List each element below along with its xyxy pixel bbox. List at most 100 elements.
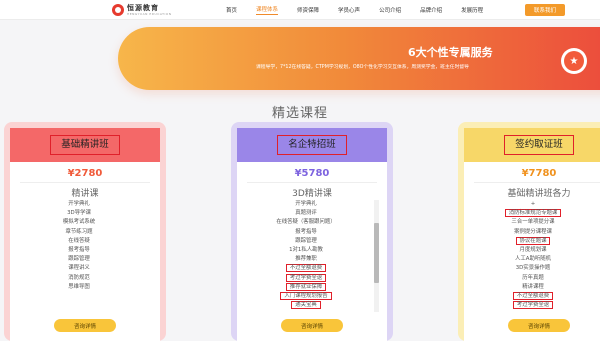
highlighted-feature: 考过学费全退 <box>285 273 327 282</box>
list-item: 在线答疑（客服跟问题） <box>245 218 367 227</box>
list-item: 开学典礼 <box>245 200 367 209</box>
scrollbar[interactable] <box>374 200 379 312</box>
course-type: 3D精讲课 <box>292 189 332 199</box>
course-type: 基础精讲班各力 <box>507 189 571 199</box>
highlighted-feature: 考过学费全退 <box>512 301 554 310</box>
list-item: 跟踪管理 <box>18 255 140 264</box>
feature-text: 开学典礼 <box>295 201 317 207</box>
consult-button[interactable]: 咨询详情 <box>54 319 116 332</box>
nav-link-testimonials[interactable]: 学员心声 <box>338 6 360 14</box>
course-card-basic: 基础精讲班 ¥2780 精讲课 开学典礼 3D导学课 模拟考试系统 章节练习题 在线答疑… <box>4 122 166 341</box>
feature-text: 推荐兼职 <box>295 256 317 263</box>
nav-link-company[interactable]: 公司介绍 <box>379 6 401 14</box>
list-item: 入门课程规划报告 <box>245 291 367 301</box>
section-title: 精选课程 <box>271 106 328 121</box>
nav-link-history[interactable]: 发展历程 <box>461 6 483 14</box>
list-item: 开学典礼 <box>18 200 140 209</box>
list-item: 三合一单项提分课 <box>472 218 594 227</box>
feature-list[interactable]: 开学典礼 3D导学课 模拟考试系统 章节练习题 在线答疑 报考指导 跟踪管理 课程讲义 消防规范… <box>18 200 152 312</box>
list-item: 课程讲义 <box>18 264 140 273</box>
nav-link-courses[interactable]: 课程体系 <box>256 5 279 15</box>
feature-text: + <box>530 201 536 207</box>
feature-text: 案例提分课程课 <box>514 228 552 235</box>
list-item: 考过学费全退 <box>472 301 594 310</box>
feature-text: 精讲课程 <box>522 283 544 290</box>
feature-text: 月度规划课 <box>519 246 547 253</box>
contact-us-button[interactable]: 联系我们 <box>525 4 565 16</box>
highlighted-feature: 入门课程规划报告 <box>280 291 332 300</box>
highlighted-feature: 推荐就业保障 <box>285 282 327 291</box>
list-item: 案例提分课程课 <box>472 228 594 237</box>
feature-text: 模拟考试系统 <box>62 219 96 226</box>
course-price: ¥5780 <box>294 168 330 179</box>
feature-text: 人工A助听随机 <box>514 256 552 263</box>
list-item: 报考指导 <box>18 246 140 255</box>
list-item: 协议在题课 <box>472 236 594 246</box>
divider <box>474 182 600 183</box>
list-item: 通关宝典 <box>245 301 367 310</box>
list-item: 在线答疑 <box>18 237 140 246</box>
feature-text: 消防规范 <box>68 274 90 281</box>
nav-link-home[interactable]: 首页 <box>226 6 237 14</box>
brand-name: 恒源教育 <box>127 3 159 12</box>
list-item: + <box>472 200 594 209</box>
consult-button[interactable]: 咨询详情 <box>508 319 570 332</box>
brand-logo[interactable]: 恒源教育 HENGYUAN EDUCATION <box>112 3 172 17</box>
page: 恒源教育 HENGYUAN EDUCATION 首页 课程体系 师资保障 学员心… <box>0 0 600 341</box>
course-price: ¥2780 <box>67 168 103 179</box>
list-item: 思维导图 <box>18 283 140 292</box>
card-header: 签约取证班 <box>464 128 600 162</box>
highlighted-feature: 不过全额退费 <box>285 264 327 273</box>
feature-list[interactable]: + 消防标准规范专题课 三合一单项提分课 案例提分课程课 协议在题课 月度规划课人工A助听… <box>472 200 600 312</box>
course-card-contract: 签约取证班 ¥7780 基础精讲班各力 + 消防标准规范专题课 三合一单项提分课 案例… <box>458 122 600 341</box>
nav-links: 首页 课程体系 师资保障 学员心声 公司介绍 品牌介绍 发展历程 <box>226 0 502 20</box>
list-item: 报考指导 <box>245 228 367 237</box>
course-name: 名企特招班 <box>277 135 347 155</box>
scrollbar-thumb[interactable] <box>374 223 379 283</box>
list-item: 历年真题 <box>472 274 594 283</box>
list-item: 不过全额退费 <box>472 291 594 301</box>
feature-text: 在线答疑（客服跟问题） <box>276 219 336 226</box>
feature-text: 报考指导 <box>295 228 317 235</box>
consult-button[interactable]: 咨询详情 <box>281 319 343 332</box>
list-item: 跟踪管理 <box>245 237 367 246</box>
course-name: 基础精讲班 <box>50 135 120 155</box>
highlighted-feature: 协议在题课 <box>515 236 551 245</box>
services-banner <box>118 27 600 90</box>
course-name: 签约取证班 <box>504 135 574 155</box>
list-item: 3D实景操作题 <box>472 264 594 273</box>
top-nav: 恒源教育 HENGYUAN EDUCATION 首页 课程体系 师资保障 学员心… <box>0 0 600 20</box>
feature-text: 跟踪管理 <box>68 256 90 263</box>
list-item: 精讲课程 <box>472 283 594 292</box>
course-card-premium: 名企特招班 ¥5780 3D精讲课 开学典礼真题测评在线答疑（客服跟问题） 报考指… <box>231 122 393 341</box>
feature-text: 真题测评 <box>295 210 317 217</box>
feature-text: 在线答疑 <box>68 237 90 244</box>
list-item: 人工A助听随机 <box>472 255 594 264</box>
feature-text: 历年真题 <box>522 274 544 281</box>
card-header: 基础精讲班 <box>10 128 160 162</box>
list-item: 1对1私人勘教 <box>245 246 367 255</box>
list-item: 考过学费全退 <box>245 273 367 283</box>
highlighted-feature: 不过全额退费 <box>512 291 554 300</box>
nav-link-teachers[interactable]: 师资保障 <box>297 6 319 14</box>
list-item: 模拟考试系统 <box>18 218 140 227</box>
banner-title: 6大个性专属服务 <box>408 46 493 59</box>
feature-list[interactable]: 开学典礼真题测评在线答疑（客服跟问题） 报考指导跟踪管理 1对1私人勘教 推荐兼职 不过… <box>245 200 379 312</box>
feature-text: 报考指导 <box>68 246 90 253</box>
course-type: 精讲课 <box>71 189 99 199</box>
list-item: 消防标准规范专题课 <box>472 209 594 218</box>
divider <box>247 182 377 183</box>
circle-logo-icon <box>112 4 124 16</box>
feature-text: 章节练习题 <box>65 228 93 235</box>
list-item: 推荐兼职 <box>245 255 367 264</box>
feature-text: 1对1私人勘教 <box>289 246 323 253</box>
feature-text: 课程讲义 <box>68 265 90 272</box>
banner-subtitle: 课程导学，7*12在线答疑，CTPM学习规划，O8O个性化学习交互体系，周测奖学… <box>256 65 469 70</box>
list-item: 月度规划课 <box>472 246 594 255</box>
list-item: 推荐就业保障 <box>245 282 367 292</box>
course-price: ¥7780 <box>521 168 557 179</box>
list-item: 不过全额退费 <box>245 264 367 273</box>
nav-link-brand[interactable]: 品牌介绍 <box>420 6 442 14</box>
feature-text: 开学典礼 <box>68 201 90 207</box>
highlighted-feature: 消防标准规范专题课 <box>504 209 562 218</box>
